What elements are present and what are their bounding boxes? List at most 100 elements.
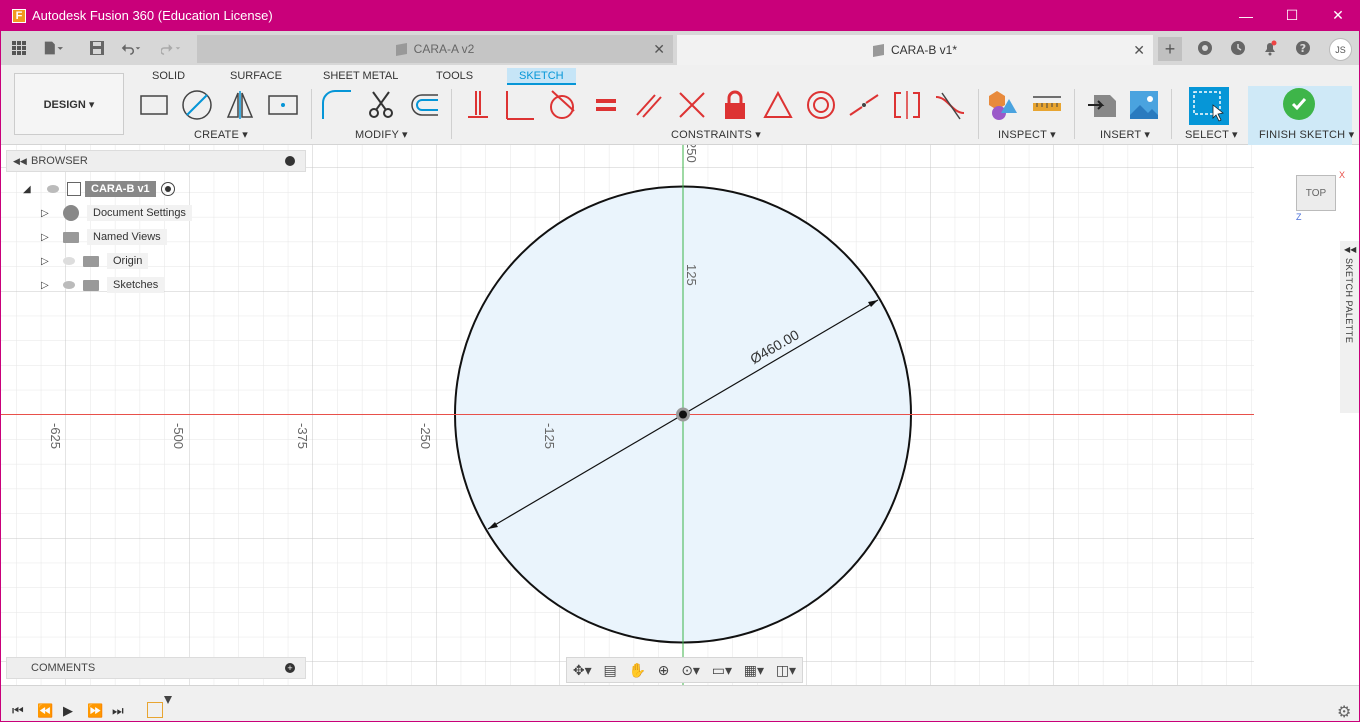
expand-triangle-icon[interactable]: ▷ bbox=[41, 208, 49, 219]
tab-sketch[interactable]: SKETCH bbox=[507, 68, 576, 85]
symmetry-constraint-icon[interactable] bbox=[891, 89, 923, 121]
parallel-constraint-icon[interactable] bbox=[633, 89, 665, 121]
timeline-sketch-marker-icon[interactable] bbox=[147, 702, 163, 718]
hidden-eye-icon[interactable] bbox=[63, 257, 75, 265]
minimize-button[interactable]: — bbox=[1223, 0, 1269, 31]
visibility-eye-icon[interactable] bbox=[63, 281, 75, 289]
insert-image-icon[interactable] bbox=[1128, 89, 1160, 121]
create-menu[interactable]: CREATE ▾ bbox=[194, 128, 248, 141]
offset-icon[interactable] bbox=[408, 89, 440, 121]
document-tab-bar: CARA-A v2 ✕ CARA-B v1* ✕ + ? JS bbox=[1, 31, 1359, 65]
point-icon[interactable] bbox=[267, 89, 299, 121]
file-menu-icon[interactable] bbox=[43, 38, 63, 58]
timeline-play-icon[interactable]: ▶ bbox=[63, 703, 73, 719]
activate-radio-icon[interactable] bbox=[160, 182, 175, 196]
tab-sheet-metal[interactable]: SHEET METAL bbox=[319, 68, 402, 85]
timeline-playhead[interactable] bbox=[164, 696, 172, 704]
sketch-viewport[interactable]: Ø460.00 -625 -500 -375 -250 -125 250 125 bbox=[1, 145, 1254, 685]
collapse-panel-icon[interactable]: ◀◀ bbox=[13, 156, 27, 167]
rectangle-icon[interactable] bbox=[138, 89, 170, 121]
measure-shapes-icon[interactable] bbox=[987, 89, 1019, 121]
timeline-last-icon[interactable]: ⏭ bbox=[112, 703, 124, 719]
expand-palette-icon[interactable]: ◀◀ bbox=[1344, 245, 1356, 254]
browser-panel-header[interactable]: ◀◀ BROWSER bbox=[6, 150, 306, 172]
tangent-constraint-icon[interactable] bbox=[546, 89, 578, 121]
constraints-menu[interactable]: CONSTRAINTS ▾ bbox=[671, 128, 761, 141]
midpoint-constraint-icon[interactable] bbox=[762, 89, 794, 121]
close-tab-icon[interactable]: ✕ bbox=[1133, 42, 1145, 59]
help-icon[interactable]: ? bbox=[1293, 38, 1313, 58]
tab-solid[interactable]: SOLID bbox=[148, 68, 189, 85]
lock-icon[interactable] bbox=[719, 89, 751, 121]
tree-item-origin[interactable]: ▷ Origin bbox=[39, 252, 149, 270]
insert-derive-icon[interactable] bbox=[1086, 89, 1118, 121]
display-settings-icon[interactable]: ▭▾ bbox=[712, 662, 732, 679]
close-tab-icon[interactable]: ✕ bbox=[653, 41, 665, 58]
concentric-constraint-icon[interactable] bbox=[805, 89, 837, 121]
circle-icon[interactable] bbox=[181, 89, 213, 121]
extensions-icon[interactable] bbox=[1195, 38, 1215, 58]
workspace-switcher[interactable]: DESIGN ▾ bbox=[14, 73, 124, 135]
app-grid-icon[interactable] bbox=[9, 38, 29, 58]
collapse-triangle-icon[interactable]: ◢ bbox=[23, 184, 31, 195]
timeline-next-icon[interactable]: ⏩ bbox=[87, 703, 103, 719]
visibility-eye-icon[interactable] bbox=[47, 185, 59, 193]
tree-item-document-settings[interactable]: ▷ Document Settings bbox=[39, 204, 192, 222]
job-status-icon[interactable] bbox=[1228, 38, 1248, 58]
maximize-button[interactable]: ☐ bbox=[1269, 0, 1315, 31]
expand-triangle-icon[interactable]: ▷ bbox=[41, 256, 49, 267]
viewports-icon[interactable]: ◫▾ bbox=[776, 662, 796, 679]
insert-menu[interactable]: INSERT ▾ bbox=[1100, 128, 1150, 141]
select-menu[interactable]: SELECT ▾ bbox=[1185, 128, 1238, 141]
save-icon[interactable] bbox=[87, 38, 107, 58]
timeline-settings-gear-icon[interactable]: ⚙ bbox=[1337, 702, 1351, 721]
timeline-first-icon[interactable]: ⏮ bbox=[12, 703, 24, 719]
orbit-icon[interactable]: ✥▾ bbox=[573, 662, 592, 679]
finish-sketch-menu[interactable]: FINISH SKETCH ▾ bbox=[1259, 128, 1354, 141]
view-cube-face[interactable]: TOP bbox=[1306, 188, 1326, 199]
pan-hand-icon[interactable]: ✋ bbox=[628, 662, 645, 679]
expand-triangle-icon[interactable]: ▷ bbox=[41, 232, 49, 243]
new-tab-button[interactable]: + bbox=[1158, 37, 1182, 61]
tab-cara-a[interactable]: CARA-A v2 ✕ bbox=[197, 35, 673, 63]
grid-settings-icon[interactable]: ▦▾ bbox=[744, 662, 764, 679]
collinear-constraint-icon[interactable] bbox=[848, 89, 880, 121]
inspect-menu[interactable]: INSPECT ▾ bbox=[998, 128, 1056, 141]
tab-cara-b[interactable]: CARA-B v1* ✕ bbox=[677, 35, 1153, 65]
perpendicular-constraint-icon[interactable] bbox=[676, 89, 708, 121]
modify-menu[interactable]: MODIFY ▾ bbox=[355, 128, 408, 141]
undo-icon[interactable] bbox=[121, 38, 141, 58]
mirror-icon[interactable] bbox=[224, 89, 256, 121]
tree-item-label: Origin bbox=[107, 253, 149, 269]
trim-scissors-icon[interactable] bbox=[365, 89, 397, 121]
select-tool-icon[interactable] bbox=[1189, 87, 1229, 125]
timeline-prev-icon[interactable]: ⏪ bbox=[37, 703, 53, 719]
tab-tools[interactable]: TOOLS bbox=[432, 68, 477, 85]
center-point[interactable] bbox=[679, 410, 687, 419]
comments-panel-header[interactable]: COMMENTS + bbox=[6, 657, 306, 679]
expand-triangle-icon[interactable]: ▷ bbox=[41, 280, 49, 291]
finish-sketch-check-icon[interactable] bbox=[1283, 88, 1315, 120]
coincident-constraint-icon[interactable] bbox=[504, 89, 536, 121]
close-window-button[interactable]: ✕ bbox=[1315, 0, 1359, 31]
y-tick-label: 250 bbox=[684, 145, 699, 163]
tree-item-named-views[interactable]: ▷ Named Views bbox=[39, 228, 167, 246]
equal-constraint-icon[interactable] bbox=[590, 89, 622, 121]
tree-item-sketches[interactable]: ▷ Sketches bbox=[39, 276, 165, 294]
curvature-constraint-icon[interactable] bbox=[934, 89, 966, 121]
view-cube[interactable]: TOP bbox=[1296, 175, 1336, 211]
ruler-icon[interactable] bbox=[1031, 89, 1063, 121]
minimize-panel-icon[interactable] bbox=[285, 156, 295, 166]
fillet-icon[interactable] bbox=[321, 89, 353, 121]
redo-icon[interactable] bbox=[161, 38, 181, 58]
fit-zoom-icon[interactable]: ⊙▾ bbox=[681, 662, 700, 679]
fix-constraint-icon[interactable] bbox=[462, 89, 494, 121]
tree-root[interactable]: ◢ CARA-B v1 bbox=[21, 180, 175, 198]
notifications-icon[interactable] bbox=[1260, 38, 1280, 58]
sketch-canvas[interactable]: Ø460.00 -625 -500 -375 -250 -125 250 125 bbox=[1, 145, 1254, 685]
tab-surface[interactable]: SURFACE bbox=[226, 68, 286, 85]
look-at-icon[interactable]: ▤ bbox=[603, 662, 616, 679]
add-comment-icon[interactable]: + bbox=[285, 663, 295, 673]
user-avatar[interactable]: JS bbox=[1329, 38, 1352, 61]
zoom-icon[interactable]: ⊕ bbox=[658, 662, 670, 679]
